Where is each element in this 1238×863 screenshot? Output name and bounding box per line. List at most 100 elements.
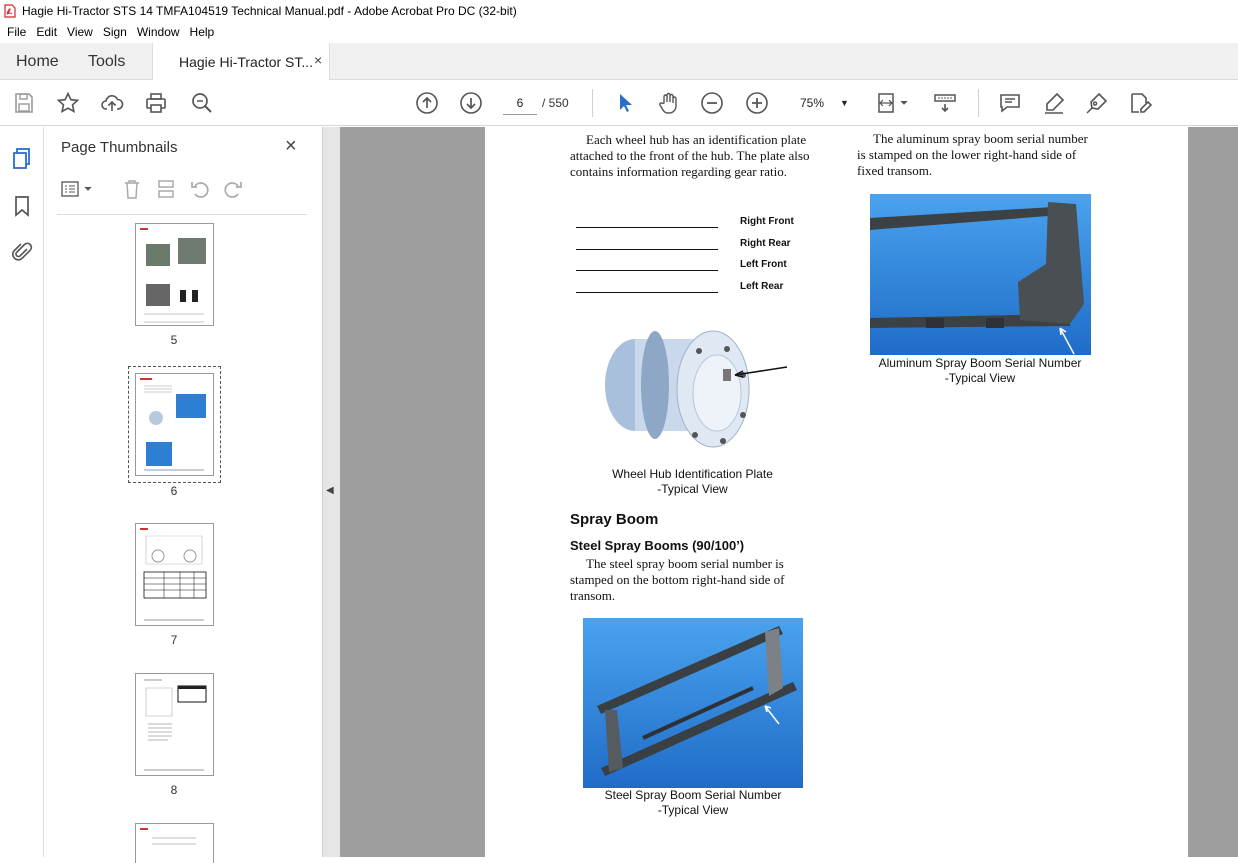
hub-label: Right Front (740, 216, 794, 227)
panel-splitter[interactable]: ◀ (322, 127, 340, 857)
share-upload-icon[interactable] (100, 91, 124, 115)
page-number-input[interactable]: 6 (503, 91, 537, 115)
select-cursor-icon[interactable] (612, 91, 636, 115)
blank-line (576, 270, 718, 271)
caption-line: -Typical View (944, 371, 1016, 385)
tab-close-button[interactable]: × (314, 52, 322, 68)
panel-title: Page Thumbnails (61, 139, 178, 156)
bookmark-icon[interactable] (11, 195, 33, 217)
paragraph-line: transom. (570, 588, 616, 603)
zoom-level-value: 75% (800, 96, 825, 110)
collapse-panel-icon[interactable]: ◀ (326, 485, 334, 496)
thumbnails-panel: Page Thumbnails × 5 6 7 8 (45, 127, 359, 863)
star-icon[interactable] (56, 91, 80, 115)
hub-label: Right Rear (740, 238, 791, 249)
paragraph-line: contains information regarding gear rati… (570, 164, 787, 179)
menu-window[interactable]: Window (137, 25, 180, 39)
thumbnail-page-number: 5 (170, 333, 178, 347)
thumbnail-page-5[interactable] (135, 223, 214, 326)
next-page-icon[interactable] (459, 91, 483, 115)
tab-bar: Home Tools Hagie Hi-Tractor ST... × (0, 43, 1238, 80)
thumbnail-page-number: 7 (170, 633, 178, 647)
thumbnail-preview (140, 228, 206, 323)
menu-help[interactable]: Help (190, 25, 215, 39)
thumbnail-page-number: 6 (170, 484, 178, 498)
blank-line (576, 249, 718, 250)
blank-line (576, 292, 718, 293)
paragraph-line: The steel spray boom serial number is (586, 556, 784, 571)
page-fit-icon[interactable] (876, 91, 912, 115)
subsection-heading: Steel Spray Booms (90/100’) (570, 538, 745, 553)
zoom-in-icon[interactable] (745, 91, 769, 115)
document-view[interactable]: Each wheel hub has an identification pla… (340, 127, 1238, 857)
rotate-cw-icon[interactable] (222, 178, 244, 200)
delete-trash-icon[interactable] (121, 178, 143, 200)
title-bar: Hagie Hi-Tractor STS 14 TMFA104519 Techn… (0, 0, 1238, 22)
sign-pen-icon[interactable] (1085, 91, 1109, 115)
thumbnail-page-8[interactable] (135, 673, 214, 776)
wheel-hub-image (605, 330, 788, 448)
caption-line: Wheel Hub Identification Plate (612, 467, 773, 481)
extract-pages-icon[interactable] (155, 178, 177, 200)
hub-label: Left Front (740, 259, 787, 270)
panel-close-button[interactable]: × (285, 135, 297, 158)
menu-edit[interactable]: Edit (36, 25, 57, 39)
comment-icon[interactable] (998, 91, 1022, 115)
paragraph-line: attached to the front of the hub. The pl… (570, 148, 810, 163)
menu-file[interactable]: File (7, 25, 26, 39)
chevron-down-icon: ▼ (840, 98, 849, 108)
tab-home[interactable]: Home (16, 53, 59, 71)
rotate-ccw-icon[interactable] (189, 178, 211, 200)
thumbnail-preview (144, 679, 207, 771)
paragraph-line: stamped on the bottom right-hand side of (570, 572, 785, 587)
paragraph-line: fixed transom. (857, 163, 933, 178)
tab-tools[interactable]: Tools (88, 53, 125, 71)
paragraph-line: Each wheel hub has an identification pla… (586, 132, 807, 147)
find-zoom-icon[interactable] (190, 91, 214, 115)
steel-caption: Steel Spray Boom Serial Number -Typical … (583, 788, 803, 818)
thumbnail-preview (140, 828, 196, 845)
toolbar-divider (592, 89, 593, 117)
left-navigation-rail (0, 127, 44, 857)
attachment-icon[interactable] (11, 241, 33, 263)
aluminum-boom-paragraph: The aluminum spray boom serial number is… (857, 131, 1117, 179)
caption-line: -Typical View (657, 803, 729, 817)
thumbnail-page-9[interactable] (135, 823, 214, 863)
menu-bar: File Edit View Sign Window Help (0, 22, 1238, 42)
panel-divider (57, 214, 307, 215)
caption-line: -Typical View (657, 482, 728, 496)
window-title: Hagie Hi-Tractor STS 14 TMFA104519 Techn… (22, 4, 517, 18)
paragraph-line: is stamped on the lower right-hand side … (857, 147, 1077, 162)
save-icon[interactable] (12, 91, 36, 115)
steel-boom-paragraph: The steel spray boom serial number is st… (570, 556, 810, 604)
tab-document[interactable]: Hagie Hi-Tractor ST... × (152, 43, 330, 80)
caption-line: Aluminum Spray Boom Serial Number (878, 356, 1082, 370)
thumbnail-toolbar (45, 175, 321, 205)
steel-boom-image (583, 618, 803, 788)
section-heading: Spray Boom (570, 511, 659, 528)
pdf-page: Each wheel hub has an identification pla… (485, 127, 1188, 857)
hand-pan-icon[interactable] (656, 91, 680, 115)
main-toolbar: 6 / 550 75% ▼ (0, 81, 1238, 126)
scroll-mode-icon[interactable] (933, 91, 957, 115)
zoom-level-select[interactable]: 75% ▼ (790, 91, 856, 115)
zoom-out-icon[interactable] (700, 91, 724, 115)
thumbnail-page-number: 8 (170, 783, 178, 797)
menu-view[interactable]: View (67, 25, 93, 39)
menu-sign[interactable]: Sign (103, 25, 127, 39)
thumbnail-preview (140, 378, 206, 471)
blank-line (576, 227, 718, 228)
print-icon[interactable] (144, 91, 168, 115)
previous-page-icon[interactable] (415, 91, 439, 115)
highlight-pen-icon[interactable] (1042, 91, 1066, 115)
thumbnail-page-6[interactable] (135, 373, 214, 476)
thumbnail-preview (140, 528, 207, 621)
options-menu-icon[interactable] (61, 179, 95, 199)
paragraph-line: The aluminum spray boom serial number (873, 131, 1088, 146)
hub-label: Left Rear (740, 281, 784, 292)
page-thumbnails-icon[interactable] (11, 147, 33, 169)
caption-line: Steel Spray Boom Serial Number (604, 788, 782, 802)
thumbnail-page-7[interactable] (135, 523, 214, 626)
hub-caption: Wheel Hub Identification Plate -Typical … (570, 467, 815, 497)
edit-pdf-icon[interactable] (1128, 91, 1153, 115)
